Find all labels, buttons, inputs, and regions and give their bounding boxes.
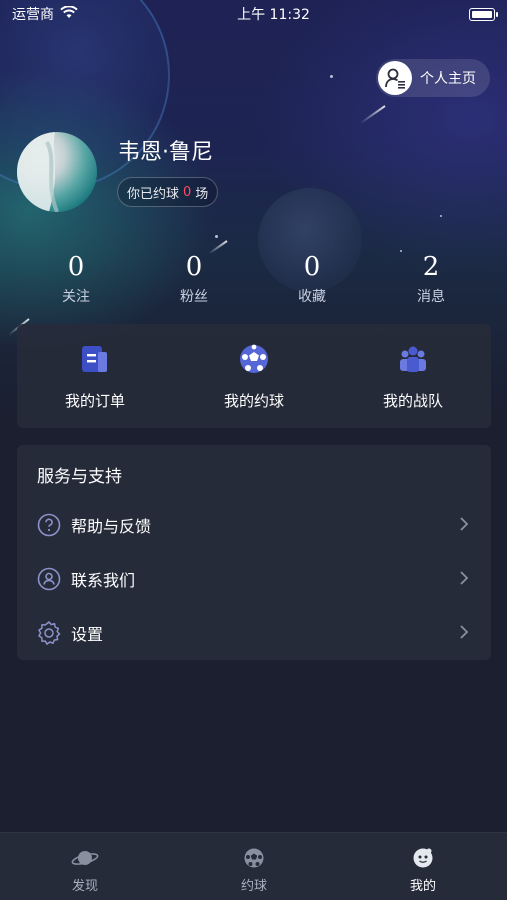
stat-label: 关注: [62, 289, 90, 305]
stat-followers[interactable]: 0 粉丝: [154, 250, 234, 306]
comet-decoration: [359, 105, 386, 125]
clock-label: 上午 11:32: [237, 7, 310, 23]
stat-value: 0: [303, 252, 321, 282]
help-feedback-row[interactable]: 帮助与反馈: [17, 498, 491, 552]
user-profile-icon: [378, 61, 412, 95]
my-matches-button[interactable]: 我的约球: [194, 324, 314, 428]
wifi-icon: [60, 4, 78, 23]
chevron-right-icon: [459, 516, 469, 536]
my-matches-label: 我的约球: [223, 392, 284, 410]
contact-icon: [36, 566, 62, 592]
tab-label: 我的: [409, 879, 436, 894]
contact-us-label: 联系我们: [71, 571, 136, 590]
tab-label: 发现: [71, 879, 98, 894]
team-icon: [396, 342, 430, 376]
order-icon: [78, 342, 112, 376]
match-count-badge: 你已约球 0 场: [117, 177, 219, 207]
football-icon: [204, 845, 304, 871]
personal-homepage-label: 个人主页: [420, 71, 476, 87]
tab-mine[interactable]: 我的: [373, 833, 473, 900]
settings-label: 设置: [71, 625, 104, 644]
my-orders-button[interactable]: 我的订单: [35, 324, 155, 428]
stat-favorites[interactable]: 0 收藏: [272, 250, 352, 306]
help-icon: [36, 512, 62, 538]
tab-discover[interactable]: 发现: [35, 833, 135, 900]
stat-messages[interactable]: 2 消息: [391, 250, 471, 306]
match-count-suffix: 场: [195, 186, 209, 202]
contact-us-row[interactable]: 联系我们: [17, 552, 491, 606]
bottom-tab-bar: 发现 约球 我的: [0, 832, 507, 900]
user-name: 韦恩·鲁尼: [118, 140, 213, 165]
settings-row[interactable]: 设置: [17, 606, 491, 660]
help-feedback-label: 帮助与反馈: [71, 517, 152, 536]
football-icon: [237, 342, 271, 376]
tab-matches[interactable]: 约球: [204, 833, 304, 900]
stat-value: 2: [422, 252, 440, 282]
tab-label: 约球: [240, 879, 267, 894]
match-count-value: 0: [183, 184, 192, 200]
my-team-label: 我的战队: [382, 392, 443, 410]
carrier-label: 运营商: [12, 7, 54, 23]
battery-icon: [468, 7, 498, 21]
stat-following[interactable]: 0 关注: [36, 250, 116, 306]
settings-icon: [36, 620, 62, 646]
stat-value: 0: [67, 252, 85, 282]
stat-label: 收藏: [298, 289, 326, 305]
planet-icon: [35, 845, 135, 871]
quick-actions-card: 我的订单 我的约球 我的战队: [17, 324, 491, 428]
status-bar: 运营商 上午 11:32: [0, 0, 507, 28]
chevron-right-icon: [459, 624, 469, 644]
service-support-card: 服务与支持 帮助与反馈 联系我们 设置: [17, 445, 491, 660]
stat-label: 粉丝: [180, 289, 208, 305]
avatar[interactable]: [17, 132, 97, 212]
chevron-right-icon: [459, 570, 469, 590]
profile-face-icon: [373, 845, 473, 871]
stat-value: 0: [185, 252, 203, 282]
match-count-prefix: 你已约球: [127, 186, 180, 202]
star-decoration: [215, 235, 218, 238]
star-decoration: [440, 215, 442, 217]
star-decoration: [330, 75, 333, 78]
my-orders-label: 我的订单: [64, 392, 125, 410]
stat-label: 消息: [417, 289, 445, 305]
personal-homepage-button[interactable]: 个人主页: [376, 59, 490, 97]
service-section-title: 服务与支持: [37, 467, 122, 487]
my-team-button[interactable]: 我的战队: [353, 324, 473, 428]
